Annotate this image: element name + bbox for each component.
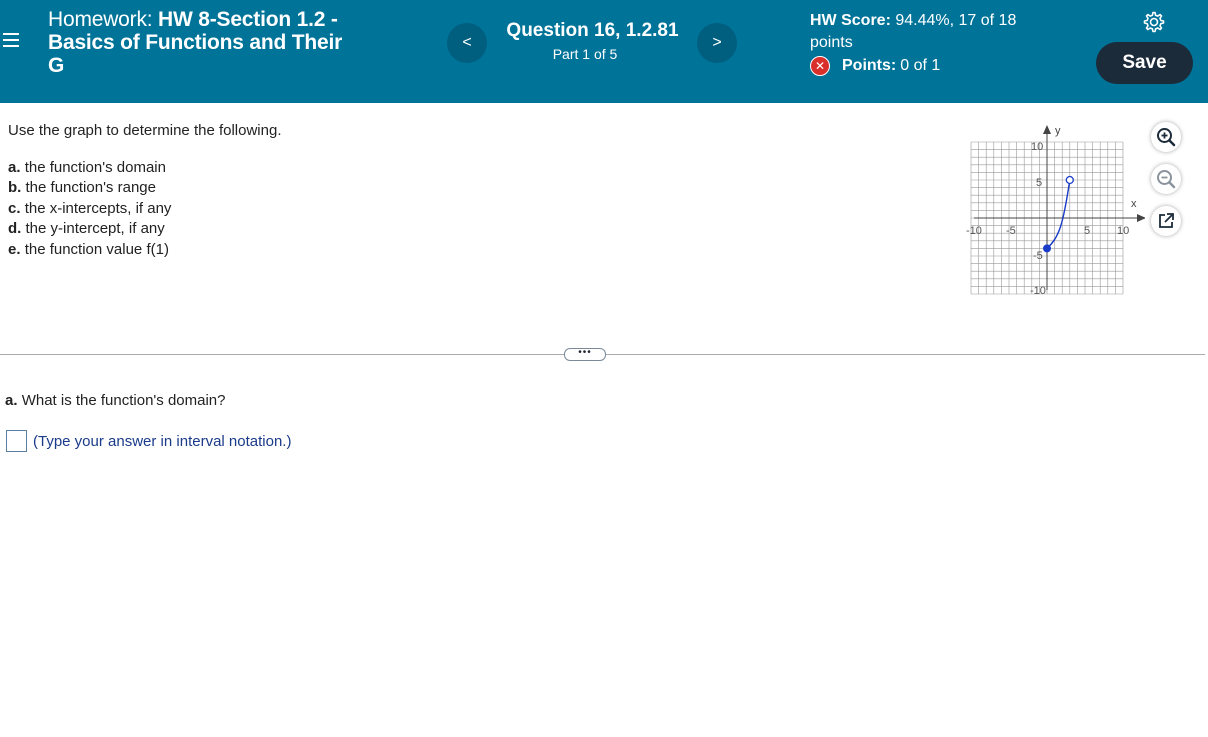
tick-label-y-5: 5 [1036,177,1042,189]
hw-score-label: HW Score: [810,12,891,29]
next-question-button[interactable]: > [697,23,737,63]
tick-label-y-neg10: -10 [1030,285,1046,297]
gear-icon[interactable] [1141,10,1165,34]
expand-collapse-handle[interactable]: ••• [564,348,606,361]
chevron-left-icon: < [462,34,472,51]
part-text: the function's range [25,179,156,197]
menu-icon[interactable] [3,33,21,51]
y-axis-arrow [1043,125,1051,134]
function-curve [1046,179,1071,249]
zoom-out-button[interactable] [1151,164,1181,194]
part-letter: c. [8,199,21,217]
part-text: the x-intercepts, if any [24,199,172,217]
tick-label-x-10: 10 [1117,225,1129,237]
part-letter: e. [8,240,21,258]
hw-score: HW Score: 94.44%, 17 of 18 points [810,10,1070,54]
answer-prompt: a. What is the function's domain? [5,392,226,409]
part-text: the y-intercept, if any [25,220,165,238]
top-bar: Homework: HW 8-Section 1.2 - Basics of F… [0,0,1208,103]
y-axis-label: y [1055,125,1061,137]
homework-name-line2: Basics of Functions and Their [48,31,343,54]
points-label: Points: [842,57,897,74]
part-item: b. the function's range [8,178,171,198]
answer-prompt-text: What is the function's domain? [21,392,226,409]
question-points: ✕ Points: 0 of 1 [810,56,940,76]
answer-hint: (Type your answer in interval notation.) [33,433,292,450]
hw-score-suffix: points [810,34,853,51]
homework-name-line3: G [48,54,65,77]
part-item: d. the y-intercept, if any [8,219,171,239]
part-text: the function's domain [24,159,166,176]
answer-prompt-letter: a. [5,392,18,409]
homework-title: Homework: HW 8-Section 1.2 - Basics of F… [48,8,393,77]
question-parts: a. the function's domain b. the function… [8,158,171,260]
x-axis-label: x [1131,198,1137,210]
save-button[interactable]: Save [1096,42,1193,84]
part-item: a. the function's domain [8,158,171,178]
part-item: c. the x-intercepts, if any [8,199,171,219]
zoom-in-button[interactable] [1151,122,1181,152]
function-graph[interactable]: y x -10 -5 5 10 10 5 -5 -10 [960,118,1145,298]
tick-label-x-5: 5 [1084,225,1090,237]
x-axis-arrow [1137,214,1145,222]
chevron-right-icon: > [712,34,722,51]
homework-name-line1: HW 8-Section 1.2 - [158,8,338,31]
tick-label-y-10: 10 [1031,141,1043,153]
homework-label: Homework: [48,8,159,31]
popout-icon [1159,213,1174,228]
question-title: Question 16, 1.2.81 [506,20,679,41]
tick-label-x-neg10: -10 [966,225,982,237]
tick-label-x-neg5: -5 [1006,225,1016,237]
tick-label-y-neg5: -5 [1033,250,1043,262]
zoom-out-icon [1157,170,1176,189]
error-x-icon: ✕ [810,56,830,76]
question-intro: Use the graph to determine the following… [8,122,282,139]
zoom-in-icon [1157,128,1176,147]
closed-endpoint [1043,244,1051,253]
hw-score-value: 94.44%, 17 of 18 [895,12,1017,29]
previous-question-button[interactable]: < [447,23,487,63]
answer-input[interactable] [6,430,27,452]
part-letter: d. [8,220,22,238]
part-letter: b. [8,179,22,197]
question-part: Part 1 of 5 [552,46,618,62]
part-text: the function value f(1) [24,240,169,258]
open-endpoint [1065,175,1074,185]
part-letter: a. [8,159,21,176]
part-item: e. the function value f(1) [8,240,171,260]
points-value: 0 of 1 [900,57,941,74]
popout-button[interactable] [1151,206,1181,236]
